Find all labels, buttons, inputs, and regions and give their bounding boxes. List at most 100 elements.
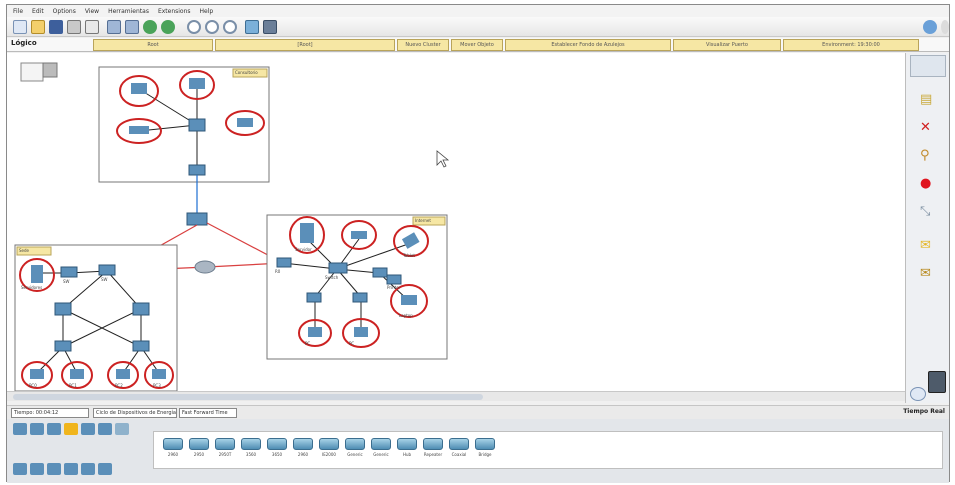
cloud-icon[interactable] (115, 423, 129, 435)
info-icon[interactable] (923, 20, 937, 34)
hubs-icon[interactable] (47, 463, 61, 475)
router-top[interactable] (188, 164, 206, 176)
paste-icon[interactable] (125, 20, 139, 34)
select-tool-icon[interactable] (910, 55, 946, 77)
pc-top-1[interactable] (131, 83, 147, 94)
open-folder-icon[interactable] (31, 20, 45, 34)
device-model-item[interactable]: 2950 (188, 436, 210, 458)
draw-shape-icon[interactable]: ● (920, 177, 931, 191)
pc-left-3[interactable] (116, 369, 130, 379)
add-simple-pdu-icon[interactable]: ✉ (920, 239, 931, 253)
printer-right[interactable] (351, 231, 367, 239)
wireless-icon[interactable] (64, 463, 78, 475)
realtime-mode-icon[interactable] (910, 387, 926, 401)
end-devices-icon[interactable] (30, 423, 44, 435)
switch-left-3[interactable] (132, 302, 150, 316)
router-left[interactable] (98, 264, 116, 276)
switch-left-2[interactable] (54, 302, 72, 316)
navigation-panel[interactable] (20, 62, 44, 82)
device-model-item[interactable]: Generic (370, 436, 392, 458)
connections-icon[interactable] (64, 423, 78, 435)
components-icon[interactable] (47, 423, 61, 435)
horizontal-scrollbar[interactable] (7, 391, 905, 401)
device-model-item[interactable]: 3560 (240, 436, 262, 458)
viewport-button[interactable]: Visualizar Puerto (673, 39, 781, 51)
printer-top[interactable] (129, 126, 149, 134)
zoom-out-icon[interactable] (223, 20, 237, 34)
move-object-button[interactable]: Mover Objeto (451, 39, 503, 51)
access-point-right[interactable] (386, 274, 402, 285)
pc-left-4[interactable] (152, 369, 166, 379)
device-model-item[interactable]: 3650 (266, 436, 288, 458)
menu-item[interactable]: Help (200, 8, 214, 15)
cloud-router[interactable] (194, 260, 216, 274)
new-file-icon[interactable] (13, 20, 27, 34)
cluster-panel-icon[interactable] (42, 62, 58, 78)
simulation-mode-icon[interactable] (928, 371, 946, 393)
pc-right-1[interactable] (308, 327, 322, 337)
switch-left-5[interactable] (132, 340, 150, 352)
device-model-item[interactable]: Bridge (474, 436, 496, 458)
switches-icon[interactable] (30, 463, 44, 475)
device-model-item[interactable]: 2960 (162, 436, 184, 458)
router-right[interactable] (276, 257, 292, 268)
power-cycle-button[interactable]: Ciclo de Dispositivos de Energía (93, 408, 177, 418)
multiuser-icon[interactable] (98, 423, 112, 435)
palette-icon[interactable] (245, 20, 259, 34)
pc-top-2[interactable] (189, 78, 205, 89)
network-devices-icon[interactable] (13, 423, 27, 435)
set-background-button[interactable]: Establecer Fondo de Azulejos (505, 39, 671, 51)
menu-item[interactable]: Herramientas (108, 8, 149, 15)
routers-icon[interactable] (13, 463, 27, 475)
device-model-item[interactable]: IE2000 (318, 436, 340, 458)
security-icon[interactable] (81, 463, 95, 475)
custom-device-icon[interactable] (263, 20, 277, 34)
print-icon[interactable] (67, 20, 81, 34)
pc-left-2[interactable] (70, 369, 84, 379)
inspect-icon[interactable]: ⚲ (920, 149, 930, 163)
laptop-right[interactable] (401, 295, 417, 305)
copy-icon[interactable] (107, 20, 121, 34)
misc-icon[interactable] (81, 423, 95, 435)
help-icon[interactable] (941, 20, 949, 34)
save-icon[interactable] (49, 20, 63, 34)
resize-shape-icon[interactable]: ⤡ (920, 205, 930, 219)
server-left[interactable] (31, 265, 43, 283)
core-router[interactable] (186, 212, 208, 226)
delete-icon[interactable]: ✕ (920, 121, 931, 135)
logical-tab-title[interactable]: Lógico (11, 39, 37, 47)
undo-icon[interactable] (143, 20, 157, 34)
switch-left-1[interactable] (60, 266, 78, 278)
switch-right[interactable] (328, 262, 348, 274)
note-icon[interactable]: ▤ (920, 93, 932, 107)
menu-item[interactable]: Options (53, 8, 76, 15)
zoom-reset-icon[interactable] (205, 20, 219, 34)
environment-button[interactable]: Environment: 19:30:00 (783, 39, 919, 51)
switch-top[interactable] (188, 118, 206, 132)
pc-left-1[interactable] (30, 369, 44, 379)
add-complex-pdu-icon[interactable]: ✉ (920, 267, 931, 281)
activity-wizard-icon[interactable] (85, 20, 99, 34)
switch-left-4[interactable] (54, 340, 72, 352)
device-model-item[interactable]: Repeater (422, 436, 444, 458)
zoom-in-icon[interactable] (187, 20, 201, 34)
menu-item[interactable]: Extensions (158, 8, 191, 15)
menu-item[interactable]: Edit (32, 8, 44, 15)
device-model-item[interactable]: Generic (344, 436, 366, 458)
root-button[interactable]: Root (93, 39, 213, 51)
device-model-item[interactable]: Coaxial (448, 436, 470, 458)
wan-emulation-icon[interactable] (98, 463, 112, 475)
scrollbar-thumb[interactable] (13, 394, 483, 400)
switch-right-2[interactable] (372, 267, 388, 278)
fast-forward-button[interactable]: Fast Forward Time (179, 408, 237, 418)
device-model-item[interactable]: 2950T (214, 436, 236, 458)
device-model-item[interactable]: Hub (396, 436, 418, 458)
device-model-item[interactable]: 2960 (292, 436, 314, 458)
server-right[interactable] (300, 223, 314, 243)
ip-phone-right-1[interactable] (306, 292, 322, 303)
new-cluster-button[interactable]: Nuevo Cluster (397, 39, 449, 51)
workspace-canvas[interactable]: Consultorio Sede Internet Servidores SW SW PC0… (7, 53, 905, 391)
redo-icon[interactable] (161, 20, 175, 34)
ip-phone-right-2[interactable] (352, 292, 368, 303)
tablet-top[interactable] (237, 118, 253, 127)
